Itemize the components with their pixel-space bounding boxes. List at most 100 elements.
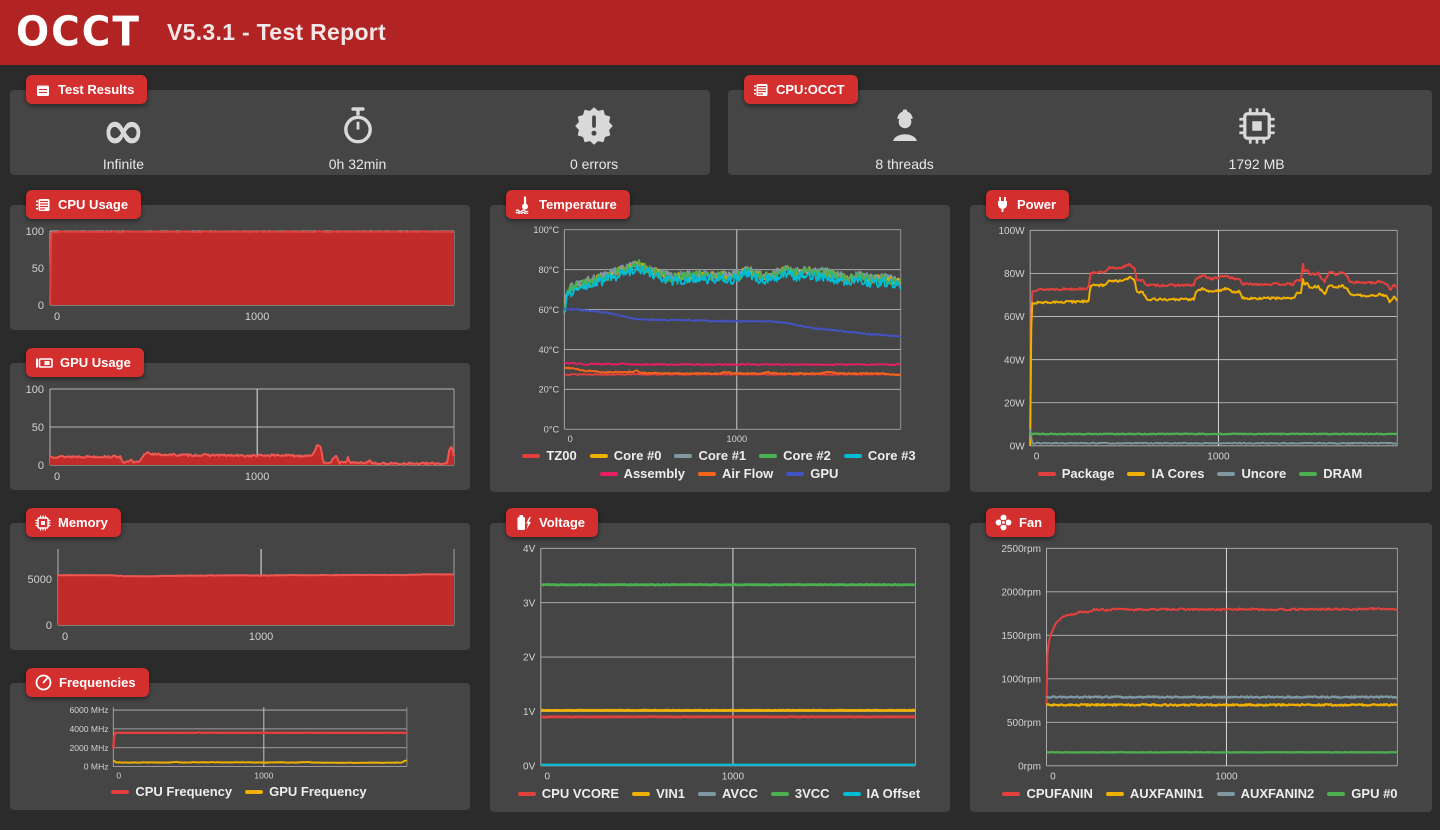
- legend-item: AUXFANIN2: [1217, 786, 1315, 801]
- voltage-legend: CPU VCOREVIN1AVCC3VCCIA Offset: [494, 785, 944, 808]
- cpu-usage-panel: CPU Usage 05010001000: [10, 205, 470, 330]
- temperature-badge: Temperature: [506, 190, 630, 219]
- svg-text:1000: 1000: [722, 772, 745, 783]
- legend-series-label: GPU: [810, 466, 838, 481]
- legend-color-dash: [786, 472, 804, 476]
- fan-chart: 0rpm500rpm1000rpm1500rpm2000rpm2500rpm01…: [974, 541, 1426, 785]
- legend-series-label: AVCC: [722, 786, 758, 801]
- legend-series-label: DRAM: [1323, 466, 1362, 481]
- legend-series-label: Uncore: [1241, 466, 1286, 481]
- legend-item: CPUFANIN: [1002, 786, 1092, 801]
- svg-text:0: 0: [54, 311, 60, 323]
- legend-item: GPU #0: [1327, 786, 1397, 801]
- page-title: V5.3.1 - Test Report: [167, 19, 386, 46]
- voltage-chart: 0V1V2V3V4V01000: [494, 541, 944, 785]
- legend-item: IA Offset: [843, 786, 921, 801]
- legend-color-dash: [1002, 792, 1020, 796]
- svg-text:0W: 0W: [1010, 441, 1026, 452]
- legend-item: GPU: [786, 466, 838, 481]
- memory-chart: 0500001000: [14, 541, 464, 646]
- fan-badge-label: Fan: [1019, 515, 1042, 530]
- svg-text:40°C: 40°C: [538, 345, 559, 355]
- legend-item: Core #3: [844, 448, 916, 463]
- legend-series-label: 3VCC: [795, 786, 830, 801]
- svg-text:2V: 2V: [523, 653, 536, 664]
- svg-text:1500rpm: 1500rpm: [1001, 631, 1041, 642]
- threads-info: 8 threads: [875, 107, 933, 172]
- power-badge-label: Power: [1017, 197, 1056, 212]
- test-results-badge-label: Test Results: [58, 82, 134, 97]
- test-errors-label: 0 errors: [570, 156, 618, 172]
- temperature-panel: Temperature 0°C20°C40°C60°C80°C100°C0100…: [490, 205, 950, 492]
- legend-color-dash: [843, 792, 861, 796]
- legend-color-dash: [245, 790, 263, 794]
- svg-text:4000 MHz: 4000 MHz: [69, 724, 108, 734]
- legend-series-label: Core #0: [614, 448, 662, 463]
- legend-color-dash: [844, 454, 862, 458]
- threads-label: 8 threads: [875, 156, 933, 172]
- svg-text:2000rpm: 2000rpm: [1001, 587, 1041, 598]
- memory-chip-icon: [1238, 106, 1276, 151]
- legend-series-label: VIN1: [656, 786, 685, 801]
- legend-series-label: Package: [1062, 466, 1115, 481]
- legend-color-dash: [590, 454, 608, 458]
- svg-text:60W: 60W: [1004, 312, 1025, 323]
- gpu-card-icon: [35, 355, 53, 371]
- frequencies-panel: Frequencies 0 MHz2000 MHz4000 MHz6000 MH…: [10, 683, 470, 810]
- svg-text:0: 0: [1034, 452, 1040, 463]
- legend-item: CPU Frequency: [111, 784, 232, 799]
- voltage-badge-label: Voltage: [539, 515, 585, 530]
- test-results-panel: Test Results ∞ Infinite 0h 32min 0 error…: [10, 90, 710, 175]
- svg-text:20W: 20W: [1004, 398, 1025, 409]
- legend-item: VIN1: [632, 786, 685, 801]
- frequencies-chart: 0 MHz2000 MHz4000 MHz6000 MHz01000: [14, 701, 464, 783]
- svg-text:0rpm: 0rpm: [1018, 761, 1041, 772]
- legend-color-dash: [1217, 792, 1235, 796]
- worker-icon: [886, 106, 924, 151]
- test-results-icon: [35, 82, 51, 98]
- svg-text:80°C: 80°C: [538, 265, 559, 275]
- svg-text:0: 0: [46, 620, 52, 632]
- cpu-occt-badge: CPU:OCCT: [744, 75, 858, 104]
- cpu-chip-icon: [753, 82, 769, 98]
- legend-color-dash: [1299, 472, 1317, 476]
- legend-item: AVCC: [698, 786, 758, 801]
- svg-text:100W: 100W: [998, 226, 1025, 237]
- legend-color-dash: [1038, 472, 1056, 476]
- svg-text:1000: 1000: [245, 311, 269, 323]
- svg-text:4V: 4V: [523, 544, 536, 555]
- voltage-panel: Voltage 0V1V2V3V4V01000CPU VCOREVIN1AVCC…: [490, 523, 950, 812]
- legend-color-dash: [600, 472, 618, 476]
- svg-text:20°C: 20°C: [538, 385, 559, 395]
- frequencies-legend: CPU FrequencyGPU Frequency: [14, 783, 464, 806]
- gpu-usage-chart: 05010001000: [14, 381, 464, 486]
- gpu-usage-badge-label: GPU Usage: [60, 355, 131, 370]
- legend-item: 3VCC: [771, 786, 830, 801]
- test-mode-label: Infinite: [103, 156, 144, 172]
- fan-panel: Fan 0rpm500rpm1000rpm1500rpm2000rpm2500r…: [970, 523, 1432, 812]
- svg-text:0°C: 0°C: [544, 425, 560, 435]
- frequencies-badge: Frequencies: [26, 668, 149, 697]
- svg-text:50: 50: [32, 422, 44, 434]
- thermometer-icon: [515, 196, 532, 214]
- legend-item: Uncore: [1217, 466, 1286, 481]
- svg-text:1000: 1000: [727, 434, 748, 444]
- memory-badge: Memory: [26, 508, 121, 537]
- memory-amount-label: 1792 MB: [1229, 156, 1285, 172]
- legend-series-label: IA Cores: [1151, 466, 1204, 481]
- legend-item: DRAM: [1299, 466, 1362, 481]
- legend-item: AUXFANIN1: [1106, 786, 1204, 801]
- temperature-chart: 0°C20°C40°C60°C80°C100°C01000: [494, 223, 944, 447]
- stopwatch-icon: [341, 106, 375, 151]
- legend-color-dash: [111, 790, 129, 794]
- svg-text:0V: 0V: [523, 761, 536, 772]
- gpu-usage-panel: GPU Usage 05010001000: [10, 363, 470, 490]
- occt-report-window: OCCT V5.3.1 - Test Report Test Results ∞…: [0, 0, 1440, 830]
- legend-color-dash: [759, 454, 777, 458]
- test-elapsed-time: 0h 32min: [329, 107, 387, 172]
- svg-text:1000: 1000: [1207, 452, 1230, 463]
- legend-item: Core #0: [590, 448, 662, 463]
- power-chart: 0W20W40W60W80W100W01000: [974, 223, 1426, 465]
- test-results-badge: Test Results: [26, 75, 147, 104]
- app-header: OCCT V5.3.1 - Test Report: [0, 0, 1440, 65]
